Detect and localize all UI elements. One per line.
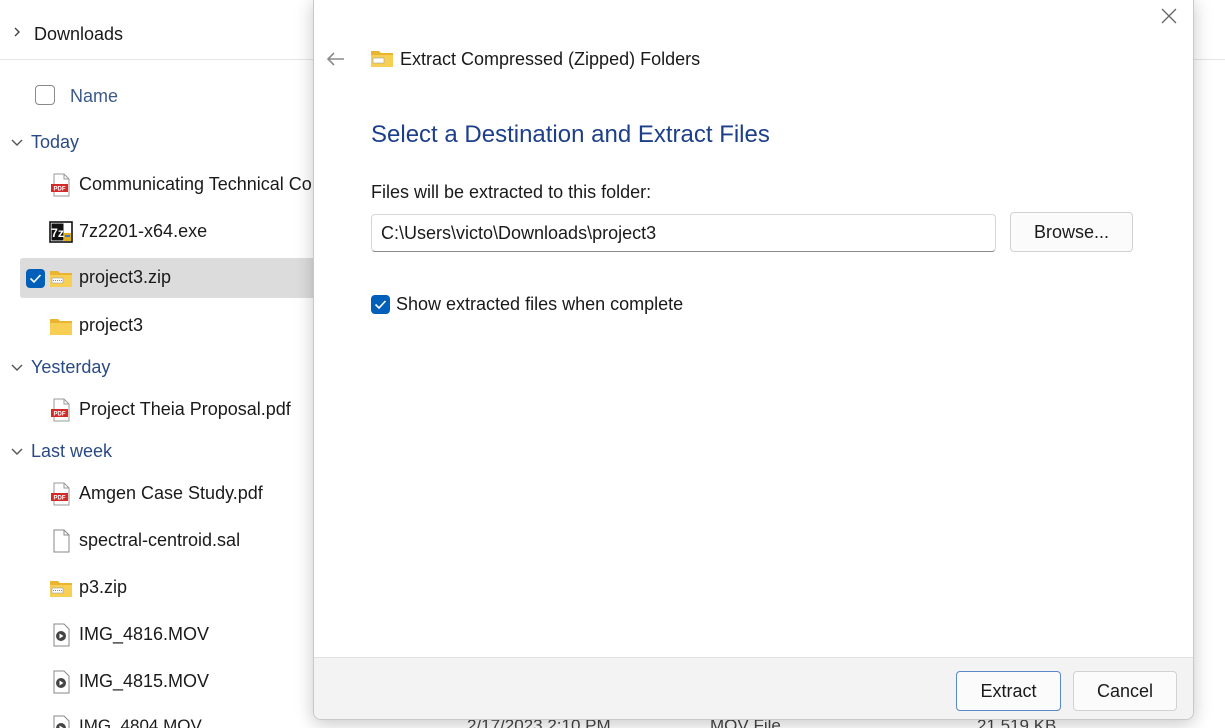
destination-path-input[interactable] [371,214,996,252]
close-icon[interactable] [1156,3,1182,29]
zip-folder-icon [49,266,73,290]
file-name: p3.zip [79,577,128,597]
zip-folder-icon [49,576,73,600]
show-files-label[interactable]: Show extracted files when complete [396,294,683,315]
row-checkbox-checked[interactable] [26,269,45,288]
video-icon [49,623,73,647]
dialog-heading: Select a Destination and Extract Files [371,121,770,148]
group-label: Today [31,132,80,152]
file-name: Communicating Technical Con [79,174,322,194]
browse-button[interactable]: Browse... [1010,212,1133,252]
group-header-last-week[interactable]: Last week [0,437,320,467]
file-row[interactable]: 7z2201-x64.exe [20,212,320,252]
chevron-down-icon[interactable] [10,363,24,373]
file-row[interactable]: IMG_4816.MOV [20,615,320,655]
cancel-button[interactable]: Cancel [1073,671,1177,711]
chevron-down-icon[interactable] [10,138,24,148]
breadcrumb-downloads[interactable]: Downloads [34,24,123,45]
file-name: project3.zip [79,267,172,287]
folder-icon [49,314,73,338]
back-arrow-icon[interactable] [324,49,348,69]
file-name: project3 [79,315,144,335]
extract-button[interactable]: Extract [956,671,1061,711]
file-row[interactable]: Communicating Technical Con [20,165,322,205]
file-row[interactable]: project3 [20,306,320,346]
file-name: IMG_4816.MOV [79,624,210,644]
group-header-yesterday[interactable]: Yesterday [0,353,320,383]
chevron-down-icon[interactable] [10,447,24,457]
file-row[interactable]: p3.zip [20,568,320,608]
chevron-right-icon[interactable] [12,26,22,38]
file-name: spectral-centroid.sal [79,530,241,550]
extract-dialog: Extract Compressed (Zipped) Folders Sele… [313,0,1194,720]
video-icon [49,670,73,694]
pdf-icon [49,173,73,197]
zip-folder-icon [371,51,393,67]
file-name: IMG_4815.MOV [79,671,210,691]
dialog-footer: Extract Cancel [314,657,1193,719]
dialog-title: Extract Compressed (Zipped) Folders [400,49,701,69]
file-row[interactable]: Project Theia Proposal.pdf [20,390,320,430]
show-files-checkbox[interactable] [371,295,390,314]
file-name: Amgen Case Study.pdf [79,483,263,503]
video-icon [49,715,73,728]
pdf-icon [49,482,73,506]
file-row[interactable]: spectral-centroid.sal [20,521,320,561]
file-row[interactable]: Amgen Case Study.pdf [20,474,320,514]
column-header-row: Name [0,76,320,116]
file-name: 7z2201-x64.exe [79,221,208,241]
file-row-selected[interactable]: project3.zip [20,258,320,298]
file-name: Project Theia Proposal.pdf [79,399,291,419]
destination-label: Files will be extracted to this folder: [371,182,652,202]
select-all-checkbox[interactable] [35,85,55,105]
group-label: Yesterday [31,357,111,377]
7zip-icon [49,220,73,244]
group-label: Last week [31,441,113,461]
file-name: IMG_4804.MOV [79,716,202,728]
group-header-today[interactable]: Today [0,128,320,158]
pdf-icon [49,398,73,422]
file-row[interactable]: IMG_4815.MOV [20,662,320,702]
name-column-header[interactable]: Name [70,86,118,107]
file-icon [49,529,73,553]
